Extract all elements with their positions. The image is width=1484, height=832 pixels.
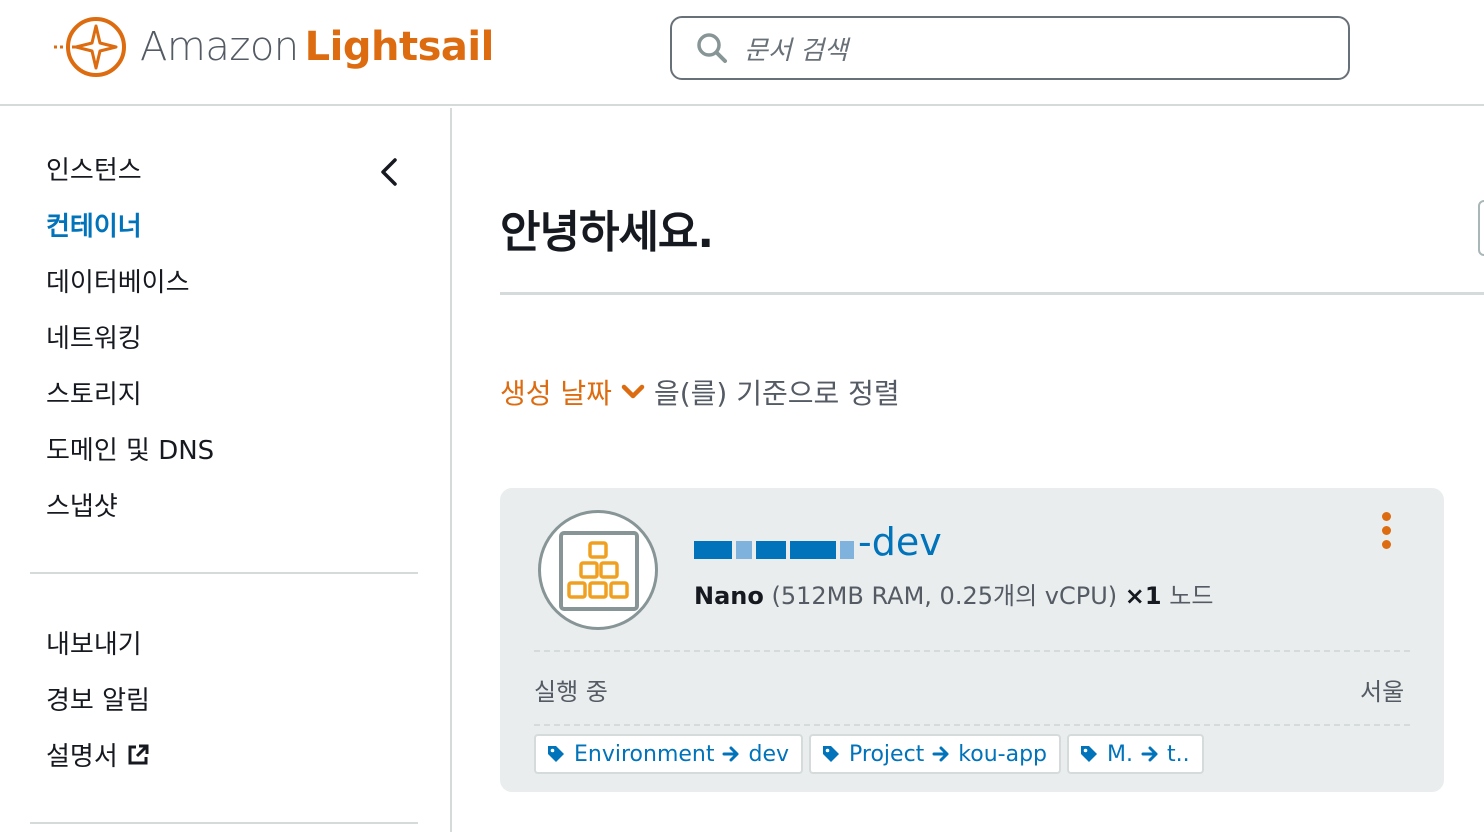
power-spec: (512MB RAM, 0.25개의 vCPU) xyxy=(771,582,1118,610)
arrow-right-icon xyxy=(722,746,739,762)
page-title: 안녕하세요. xyxy=(500,207,714,258)
nav-item-documentation-label: 설명서 xyxy=(46,742,118,772)
search-icon xyxy=(697,33,727,63)
sort-field-dropdown[interactable]: 생성 날짜 xyxy=(500,372,646,412)
container-capacity: Nano (512MB RAM, 0.25개의 vCPU) ×1 노드 xyxy=(694,576,1213,611)
search-placeholder: 문서 검색 xyxy=(744,35,848,66)
tag-value: t.. xyxy=(1167,741,1190,767)
nav-item-containers[interactable]: 컨테이너 xyxy=(46,206,142,243)
brand-prefix: Amazon xyxy=(140,24,299,70)
power-plan: Nano xyxy=(694,582,764,610)
sort-field-label: 생성 날짜 xyxy=(500,377,612,410)
node-label: 노드 xyxy=(1169,582,1214,610)
lightsail-logo[interactable]: Amazon Lightsail xyxy=(52,14,494,80)
region-text: 서울 xyxy=(1360,678,1405,706)
nav-item-networking[interactable]: 네트워킹 xyxy=(46,318,142,355)
nav-item-alarm-notifications[interactable]: 경보 알림 xyxy=(46,680,150,717)
arrow-right-icon xyxy=(1141,746,1158,762)
tag-key: Environment xyxy=(574,741,715,767)
documentation-search-input[interactable]: 문서 검색 xyxy=(670,16,1350,80)
sort-suffix: 을(를) 기준으로 정렬 xyxy=(653,377,900,410)
scale-count: ×1 xyxy=(1124,582,1162,610)
status-text: 실행 중 xyxy=(534,678,608,706)
container-blocks-icon xyxy=(559,531,639,611)
container-service-icon xyxy=(538,510,658,630)
brand-name: Lightsail xyxy=(304,24,495,70)
card-divider xyxy=(534,724,1410,726)
kebab-dot xyxy=(1381,512,1391,521)
sidebar-divider xyxy=(30,822,418,824)
tag-list: Environment dev Project kou-app M. t.. xyxy=(534,734,1204,774)
container-service-card: -dev Nano (512MB RAM, 0.25개의 vCPU) ×1 노드… xyxy=(500,488,1444,792)
cut-off-button[interactable] xyxy=(1478,200,1484,256)
kebab-dot xyxy=(1381,526,1391,535)
container-service-name-link[interactable]: -dev xyxy=(694,520,942,564)
nav-item-databases[interactable]: 데이터베이스 xyxy=(46,262,190,299)
tag-project[interactable]: Project kou-app xyxy=(809,734,1062,774)
chevron-left-icon[interactable] xyxy=(374,156,406,188)
nav-item-snapshots[interactable]: 스냅샷 xyxy=(46,486,118,523)
external-link-icon xyxy=(128,744,149,765)
top-header: Amazon Lightsail 문서 검색 xyxy=(0,0,1484,106)
redacted-name xyxy=(694,525,854,559)
more-options-button[interactable] xyxy=(1372,512,1400,552)
tag-environment[interactable]: Environment dev xyxy=(534,734,804,774)
lightsail-logo-icon xyxy=(54,17,126,77)
sidebar-divider xyxy=(30,572,418,574)
tag-icon xyxy=(1081,746,1098,762)
title-divider xyxy=(500,292,1484,295)
nav-item-documentation[interactable]: 설명서 xyxy=(46,736,150,773)
container-name-suffix: -dev xyxy=(858,520,942,564)
left-navigation: 인스턴스 컨테이너 데이터베이스 네트워킹 스토리지 도메인 및 DNS 스냅샷… xyxy=(0,108,452,832)
arrow-right-icon xyxy=(932,746,949,762)
nav-item-domains-dns[interactable]: 도메인 및 DNS xyxy=(46,430,214,467)
tag-value: dev xyxy=(748,741,790,767)
chevron-down-icon xyxy=(621,384,645,399)
tag-icon xyxy=(548,746,564,762)
tag-value: kou-app xyxy=(958,741,1048,767)
nav-item-export[interactable]: 내보내기 xyxy=(46,624,142,661)
card-divider xyxy=(534,650,1410,652)
tag-key: M. xyxy=(1107,741,1133,767)
sort-control: 생성 날짜 을(를) 기준으로 정렬 xyxy=(500,372,900,412)
tag-icon xyxy=(823,746,840,762)
nav-item-instances[interactable]: 인스턴스 xyxy=(46,150,142,187)
kebab-dot xyxy=(1381,540,1391,549)
logo-wordmark: Amazon Lightsail xyxy=(140,24,494,70)
nav-item-storage[interactable]: 스토리지 xyxy=(46,374,142,411)
tag-truncated[interactable]: M. t.. xyxy=(1067,734,1204,774)
tag-key: Project xyxy=(849,741,925,767)
